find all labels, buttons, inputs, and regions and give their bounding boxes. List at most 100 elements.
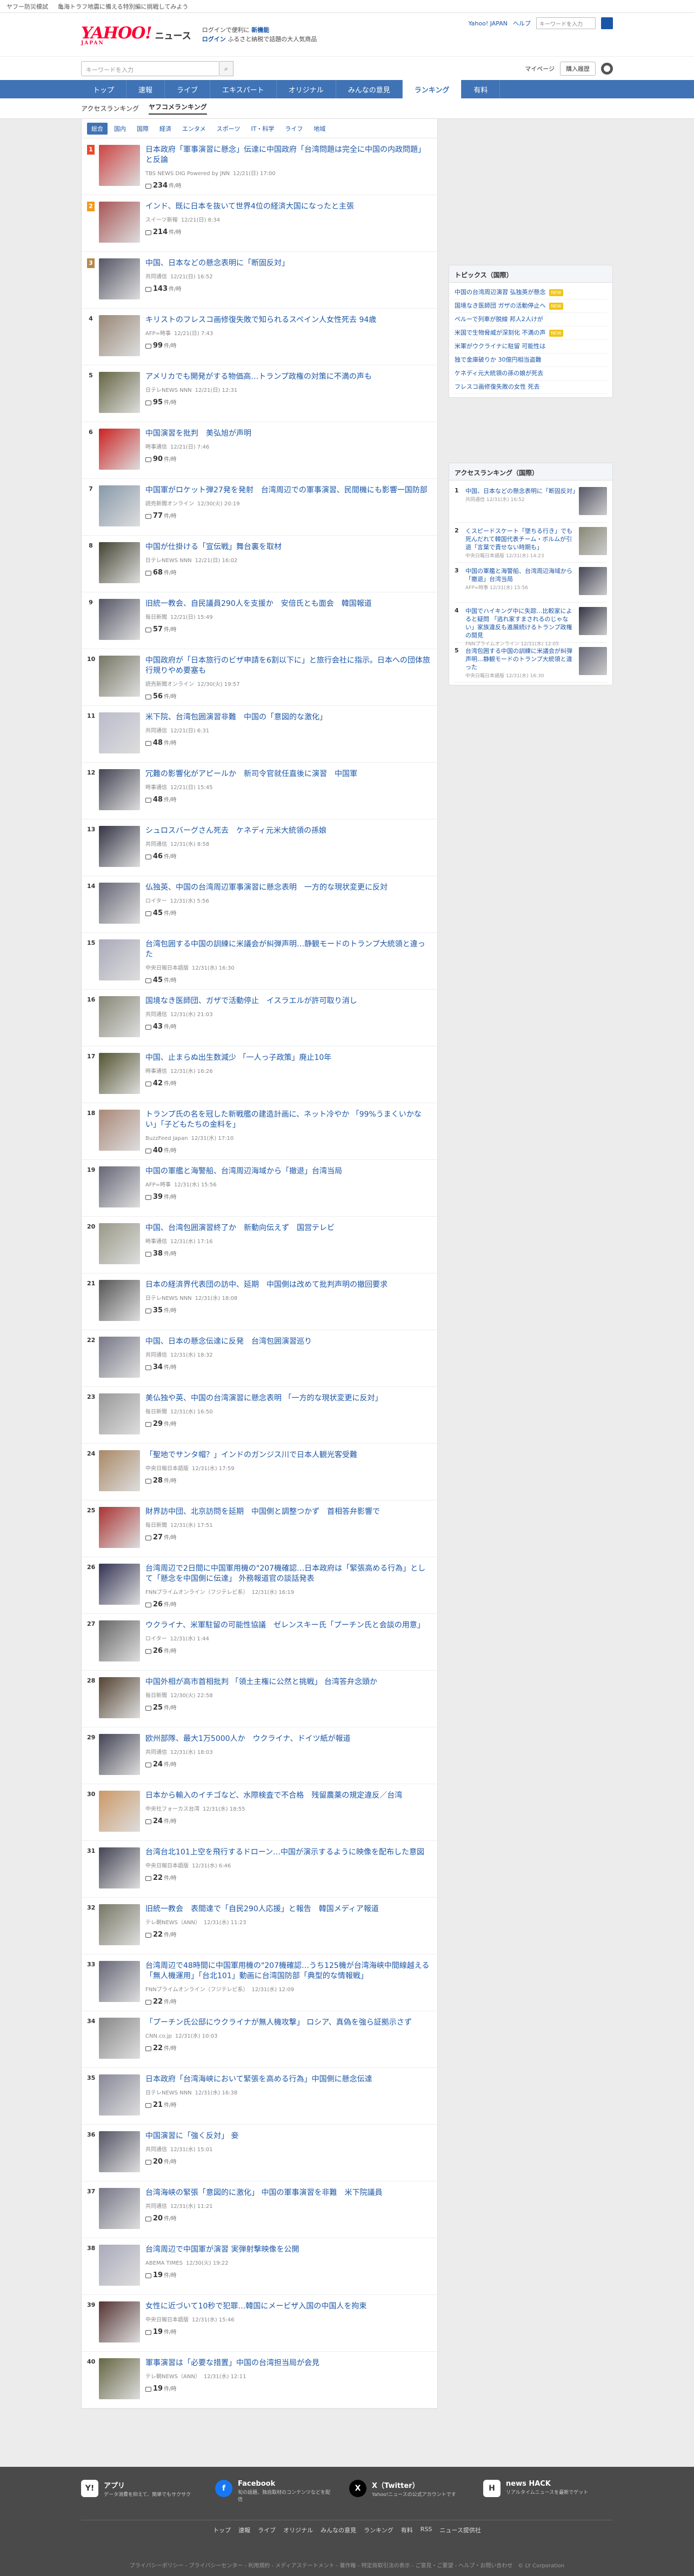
article-title[interactable]: 台湾台北101上空を飛行するドローン…中国が演示するように映像を配布した意図 [145,1847,432,1858]
ranking-item[interactable]: 11 米下院、台湾包囲演習非難 中国の「意図的な激化」 共同通信 12/21(日) 6… [82,706,437,763]
ranking-item[interactable]: 10 中国政府が「日本旅行のビザ申請を6割以下に」と旅行会社に指示。日本への団体旅… [82,649,437,706]
comment-count[interactable]: 22 件/時 [145,1873,432,1882]
footer-col-head[interactable]: Facebook [238,2480,334,2488]
comment-count[interactable]: 26 件/時 [145,1646,432,1655]
comment-count[interactable]: 46 件/時 [145,852,432,860]
ranking-item[interactable]: 39 女性に近づいて10秒で犯罪…韓国にメービザ入国の中国人を拘束 中央日報日本語版… [82,2295,437,2352]
nav-opinion[interactable]: みんなの意見 [336,80,403,98]
article-thumbnail[interactable] [99,1053,140,1094]
comment-count[interactable]: 38 件/時 [145,1249,432,1258]
access-item-title[interactable]: 台湾包囲する中国の訓練に米議会が糾弾声明…静観モードのトランプ大統領と違った [465,648,572,671]
article-thumbnail[interactable] [99,429,140,470]
comment-count[interactable]: 22 件/時 [145,2044,432,2052]
article-thumbnail[interactable] [99,1337,140,1378]
help-link[interactable]: ヘルプ [513,19,531,28]
comment-count[interactable]: 42 件/時 [145,1079,432,1087]
ranking-item[interactable]: 23 美仏独や英、中国の台湾演習に懸念表明 「一方的な現状変更に反対」 毎日新聞 12… [82,1387,437,1444]
comment-count[interactable]: 19 件/時 [145,2327,432,2336]
ranking-item[interactable]: 14 仏独英、中国の台湾周辺軍事演習に懸念表明 一方的な現状変更に反対 ロイター 12… [82,876,437,933]
article-thumbnail[interactable] [99,1507,140,1548]
nav-ranking[interactable]: ランキング [402,80,462,98]
article-thumbnail[interactable] [99,883,140,924]
cat-tab-entertainment[interactable]: エンタメ [178,123,210,135]
ranking-item[interactable]: 9 旧統一教会、自民議員290人を支援か 安倍氏とも面会 韓国報道 毎日新聞 12/2… [82,592,437,649]
comment-count[interactable]: 27 件/時 [145,1533,432,1541]
login-link[interactable]: ログイン [202,36,226,43]
gear-icon[interactable] [601,62,613,75]
purchase-history-button[interactable]: 購入履歴 [560,61,596,76]
comment-count[interactable]: 56 件/時 [145,692,432,700]
ranking-item[interactable]: 34 「プーチン氏公邸にウクライナが無人機攻撃」 ロシア、真偽を強ら証拠示さず CN… [82,2011,437,2068]
comment-count[interactable]: 24 件/時 [145,1817,432,1825]
article-title[interactable]: シュロスバーグさん死去 ケネディ元米大統領の孫娘 [145,826,432,836]
comment-count[interactable]: 26 件/時 [145,1600,432,1609]
access-ranking-item[interactable]: 3 中国の軍艦と海警船、台湾周辺海域から「撤退」台湾当局 AFP=時事 12/31(… [455,563,607,603]
article-thumbnail[interactable] [99,1734,140,1775]
article-thumbnail[interactable] [99,2358,140,2399]
topic-item[interactable]: 独で金庫破りか 30億円相当盗難 [455,353,607,367]
article-title[interactable]: 日本から輸入のイチゴなど、水際検査で不合格 残留農薬の規定違反／台湾 [145,1791,432,1801]
ranking-item[interactable]: 29 欧州部隊、最大1万5000人か ウクライナ、ドイツ紙が報道 共同通信 12/31… [82,1727,437,1784]
article-thumbnail[interactable] [99,599,140,640]
news-search-button[interactable]: ⌕ [219,61,233,76]
article-title[interactable]: 中国、止まらぬ出生数減少 「一人っ子政策」廃止10年 [145,1053,432,1063]
article-title[interactable]: トランプ氏の名を冠した新戦艦の建造計画に、ネット冷やか 「99%うまくいかない」… [145,1110,432,1130]
ranking-item[interactable]: 17 中国、止まらぬ出生数減少 「一人っ子政策」廃止10年 時事通信 12/31(水)… [82,1046,437,1103]
article-thumbnail[interactable] [99,485,140,526]
ranking-item[interactable]: 3 中国、日本などの懸念表明に「断固反対」 共同通信 12/21(日) 16:52 14… [82,252,437,309]
promo-middle[interactable]: 亀海トラフ地震に備える特別編に挑戦してみよう [58,2,188,11]
nav-top[interactable]: トップ [81,80,127,98]
comment-count[interactable]: 22 件/時 [145,1930,432,1939]
nav-expert[interactable]: エキスパート [210,80,277,98]
comment-count[interactable]: 45 件/時 [145,976,432,984]
comment-count[interactable]: 234 件/時 [145,181,432,190]
comment-count[interactable]: 214 件/時 [145,228,432,236]
ranking-item[interactable]: 19 中国の軍艦と海警船、台湾周辺海域から「撤退」台湾当局 AFP=時事 12/31(… [82,1160,437,1217]
comment-count[interactable]: 99 件/時 [145,341,432,350]
cat-tab-world[interactable]: 国際 [132,123,153,135]
topic-item[interactable]: フレスコ画修復失敗の女性 死去 [455,381,607,394]
cat-tab-life[interactable]: ライフ [281,123,307,135]
article-thumbnail[interactable] [99,1166,140,1207]
access-item-thumbnail[interactable] [579,487,607,515]
article-title[interactable]: ウクライナ、米軍駐留の可能性協議 ゼレンスキー氏「プーチン氏と会談の用意」 [145,1620,432,1631]
access-item-title[interactable]: 中国でハイキング中に失踪…比較家によると疑問 「逃れ家すまされるのじゃない」家族… [465,608,572,639]
article-thumbnail[interactable] [99,1223,140,1264]
footer-col-head[interactable]: news HACK [506,2480,588,2488]
article-title[interactable]: 米下院、台湾包囲演習非難 中国の「意図的な激化」 [145,712,432,723]
tab-comment-ranking[interactable]: ヤフコメランキング [149,102,207,115]
article-thumbnail[interactable] [99,2131,140,2172]
news-hack-icon[interactable]: H [483,2480,501,2497]
ranking-item[interactable]: 31 台湾台北101上空を飛行するドローン…中国が演示するように映像を配布した意図… [82,1841,437,1898]
article-thumbnail[interactable] [99,1791,140,1832]
ranking-item[interactable]: 26 台湾周辺で2日間に中国軍用機の"207機確認…日本政府は「緊張高める行為」と… [82,1557,437,1614]
article-thumbnail[interactable] [99,372,140,413]
article-title[interactable]: 女性に近づいて10秒で犯罪…韓国にメービザ入国の中国人を拘束 [145,2301,432,2312]
cat-tab-economy[interactable]: 経済 [155,123,176,135]
article-thumbnail[interactable] [99,1280,140,1321]
comment-count[interactable]: 21 件/時 [145,2100,432,2109]
news-search-input[interactable]: キーワードを入力 [81,61,219,76]
article-thumbnail[interactable] [99,1904,140,1945]
article-title[interactable]: 中国演習に「強く反対」 妾 [145,2131,432,2141]
footer-social-col[interactable]: f Facebook 旬の話題、独自取材のコンテンツなどを配信 [215,2480,334,2504]
article-thumbnail[interactable] [99,2301,140,2343]
facebook-icon[interactable]: f [215,2480,232,2497]
ranking-item[interactable]: 35 日本政府「台湾海峡において緊張を高める行為」中国側に懸念伝達 日テレNEWS … [82,2068,437,2125]
access-item-title[interactable]: くスピードスケート「墜ちる行き」でも死んだれて韓国代表チーム・ボルムが引退「言葉… [465,528,572,551]
access-item-thumbnail[interactable] [579,647,607,675]
comment-count[interactable]: 20 件/時 [145,2214,432,2223]
topic-item[interactable]: 米国で生物脅威が深刻化 不満の声 NEW [455,326,607,340]
article-thumbnail[interactable] [99,2188,140,2229]
article-title[interactable]: 中国外相が高市首相批判 「領土主権に公然と挑戦」 台湾答弁念頭か [145,1677,432,1687]
article-title[interactable]: 中国演習を批判 美弘旭が声明 [145,429,432,439]
comment-count[interactable]: 68 件/時 [145,568,432,577]
ranking-item[interactable]: 6 中国演習を批判 美弘旭が声明 時事通信 12/21(日) 7:46 90 件/時 [82,422,437,479]
ranking-item[interactable]: 8 中国が仕掛ける「宣伝戦」舞台裏を取材 日テレNEWS NNN 12/21(日) 1… [82,536,437,592]
comment-count[interactable]: 39 件/時 [145,1192,432,1201]
article-thumbnail[interactable] [99,542,140,583]
ranking-item[interactable]: 25 財界訪中団、北京訪問を延期 中国側と調整つかず 首相答弁影響で 毎日新聞 12/… [82,1500,437,1557]
article-title[interactable]: 台湾周辺で2日間に中国軍用機の"207機確認…日本政府は「緊張高める行為」として… [145,1564,432,1584]
article-title[interactable]: 台湾包囲する中国の訓練に米議会が糾弾声明…静観モードのトランプ大統領と違った [145,939,432,960]
article-thumbnail[interactable] [99,1620,140,1661]
